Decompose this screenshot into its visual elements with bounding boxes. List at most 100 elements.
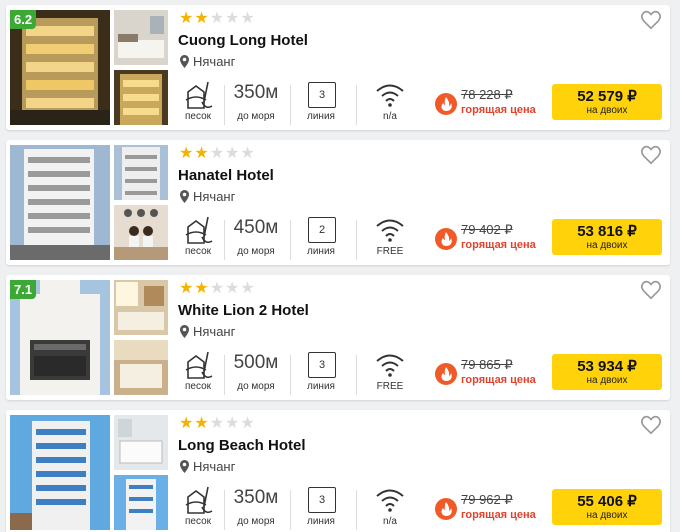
hotel-photo-main[interactable]: 6.2 — [10, 10, 110, 125]
hotel-photo-tall-building — [10, 415, 110, 530]
hotel-photo-facade[interactable] — [114, 70, 168, 125]
fire-icon — [435, 498, 457, 520]
divider — [290, 490, 291, 530]
wifi-feature: FREE — [364, 350, 416, 396]
hotel-card[interactable]: 6.2 ★ ★ ★ ★ ★ Cuong Long Hotel Нячанг пес — [6, 5, 670, 130]
price-caption: на двоих — [586, 105, 628, 116]
heart-icon[interactable] — [640, 9, 662, 31]
hotel-photo-room[interactable] — [114, 340, 168, 395]
star-empty-icon: ★ — [240, 415, 255, 432]
price-caption: на двоих — [586, 510, 628, 521]
city-name: Нячанг — [193, 324, 236, 339]
old-price: 79 865 ₽ — [461, 357, 513, 372]
sea-distance-feature: 450м до моря — [228, 215, 284, 261]
beach-line-label: линия — [307, 111, 335, 122]
wifi-label: n/a — [383, 111, 397, 122]
old-price: 79 962 ₽ — [461, 492, 513, 507]
fire-icon — [435, 228, 457, 250]
price-button[interactable]: 53 934 ₽ на двоих — [552, 354, 662, 390]
beach-line-number: 3 — [308, 352, 336, 378]
star-empty-icon: ★ — [240, 10, 255, 27]
beach-type-feature: песок — [174, 80, 222, 126]
divider — [224, 355, 225, 395]
beach-type-feature: песок — [174, 485, 222, 531]
hotel-location: Нячанг — [180, 324, 235, 339]
star-empty-icon: ★ — [225, 145, 240, 162]
wifi-feature: n/a — [364, 80, 416, 126]
wifi-icon — [376, 489, 404, 512]
star-filled-icon: ★ — [194, 280, 209, 297]
divider — [290, 355, 291, 395]
price-button[interactable]: 55 406 ₽ на двоих — [552, 489, 662, 525]
hotel-location: Нячанг — [180, 189, 235, 204]
star-empty-icon: ★ — [240, 280, 255, 297]
price-caption: на двоих — [586, 375, 628, 386]
old-price: 78 228 ₽ — [461, 87, 513, 102]
heart-icon[interactable] — [640, 414, 662, 436]
sea-distance-value: 350м — [233, 487, 279, 508]
sea-distance-feature: 350м до моря — [228, 80, 284, 126]
beach-type-label: песок — [184, 111, 212, 122]
hotel-name-link[interactable]: Long Beach Hotel — [178, 437, 306, 454]
star-rating: ★ ★ ★ ★ ★ — [179, 11, 255, 27]
price-amount: 53 816 ₽ — [577, 223, 637, 240]
hotel-photo-facade[interactable] — [114, 145, 168, 200]
hotel-photo-room[interactable] — [114, 10, 168, 65]
heart-icon[interactable] — [640, 144, 662, 166]
star-filled-icon: ★ — [194, 415, 209, 432]
star-filled-icon: ★ — [194, 10, 209, 27]
star-filled-icon: ★ — [179, 145, 194, 162]
hotel-name-link[interactable]: White Lion 2 Hotel — [178, 302, 309, 319]
star-empty-icon: ★ — [209, 145, 225, 162]
star-filled-icon: ★ — [179, 280, 194, 297]
beach-line-feature: 3 линия — [296, 485, 346, 531]
divider — [224, 220, 225, 260]
price-amount: 52 579 ₽ — [577, 88, 637, 105]
price-caption: на двоих — [586, 240, 628, 251]
beach-line-feature: 3 линия — [296, 80, 346, 126]
beach-line-label: линия — [307, 381, 335, 392]
sand-bucket-icon — [185, 81, 213, 109]
beach-line-label: линия — [307, 516, 335, 527]
hotel-photo-bathroom[interactable] — [114, 415, 168, 470]
sea-distance-label: до моря — [237, 516, 275, 527]
star-rating: ★ ★ ★ ★ ★ — [179, 416, 255, 432]
wifi-feature: FREE — [364, 215, 416, 261]
price-amount: 53 934 ₽ — [577, 358, 637, 375]
hotel-photo-facade[interactable] — [114, 475, 168, 530]
sand-bucket-icon — [185, 351, 213, 379]
hotel-photo-reception[interactable] — [114, 205, 168, 260]
divider — [356, 355, 357, 395]
hotel-card[interactable]: ★ ★ ★ ★ ★ Long Beach Hotel Нячанг песок 350м… — [6, 410, 670, 532]
divider — [224, 490, 225, 530]
divider — [356, 490, 357, 530]
hotel-name-link[interactable]: Hanatel Hotel — [178, 167, 274, 184]
wifi-label: n/a — [383, 516, 397, 527]
fire-icon — [435, 93, 457, 115]
star-filled-icon: ★ — [179, 415, 194, 432]
hotel-photo-main[interactable] — [10, 145, 110, 260]
hotel-card[interactable]: 7.1 ★ ★ ★ ★ ★ White Lion 2 Hotel Нячанг песо… — [6, 275, 670, 400]
city-name: Нячанг — [193, 189, 236, 204]
beach-line-number: 3 — [308, 82, 336, 108]
wifi-label: FREE — [376, 246, 404, 257]
price-button[interactable]: 53 816 ₽ на двоих — [552, 219, 662, 255]
beach-line-number: 3 — [308, 487, 336, 513]
hotel-card[interactable]: ★ ★ ★ ★ ★ Hanatel Hotel Нячанг песок 450м до… — [6, 140, 670, 265]
beach-type-label: песок — [184, 246, 212, 257]
star-empty-icon: ★ — [240, 145, 255, 162]
heart-icon[interactable] — [640, 279, 662, 301]
hotel-photo-main[interactable] — [10, 415, 110, 530]
divider — [290, 220, 291, 260]
hot-price-label: горящая цена — [461, 104, 536, 116]
price-button[interactable]: 52 579 ₽ на двоих — [552, 84, 662, 120]
star-empty-icon: ★ — [225, 280, 240, 297]
hotel-name-link[interactable]: Cuong Long Hotel — [178, 32, 308, 49]
wifi-icon — [376, 354, 404, 377]
old-price: 79 402 ₽ — [461, 222, 513, 237]
star-empty-icon: ★ — [209, 415, 225, 432]
hotel-photo-main[interactable]: 7.1 — [10, 280, 110, 395]
hotel-photo-room[interactable] — [114, 280, 168, 335]
sea-distance-value: 500м — [233, 352, 279, 373]
sea-distance-value: 350м — [233, 82, 279, 103]
